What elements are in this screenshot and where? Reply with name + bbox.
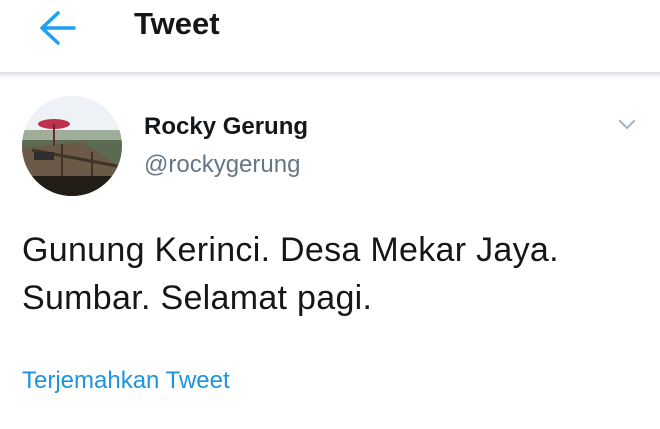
avatar-photo <box>22 96 122 196</box>
chevron-down-icon <box>618 119 636 130</box>
author-name[interactable]: Rocky Gerung <box>144 112 308 142</box>
tweet-text: Gunung Kerinci. Desa Mekar Jaya. Sumbar.… <box>22 231 559 317</box>
tweet-menu-button[interactable] <box>612 112 642 136</box>
author-handle[interactable]: @rockygerung <box>144 150 300 180</box>
back-button[interactable] <box>24 6 84 50</box>
translate-tweet-link[interactable]: Terjemahkan Tweet <box>22 366 230 396</box>
top-bar: Tweet <box>0 0 660 72</box>
tweet-card: Rocky Gerung @rockygerung Gunung Kerinci… <box>0 78 660 429</box>
page-title: Tweet <box>134 6 220 41</box>
back-arrow-icon <box>40 11 76 45</box>
avatar[interactable] <box>22 96 122 196</box>
